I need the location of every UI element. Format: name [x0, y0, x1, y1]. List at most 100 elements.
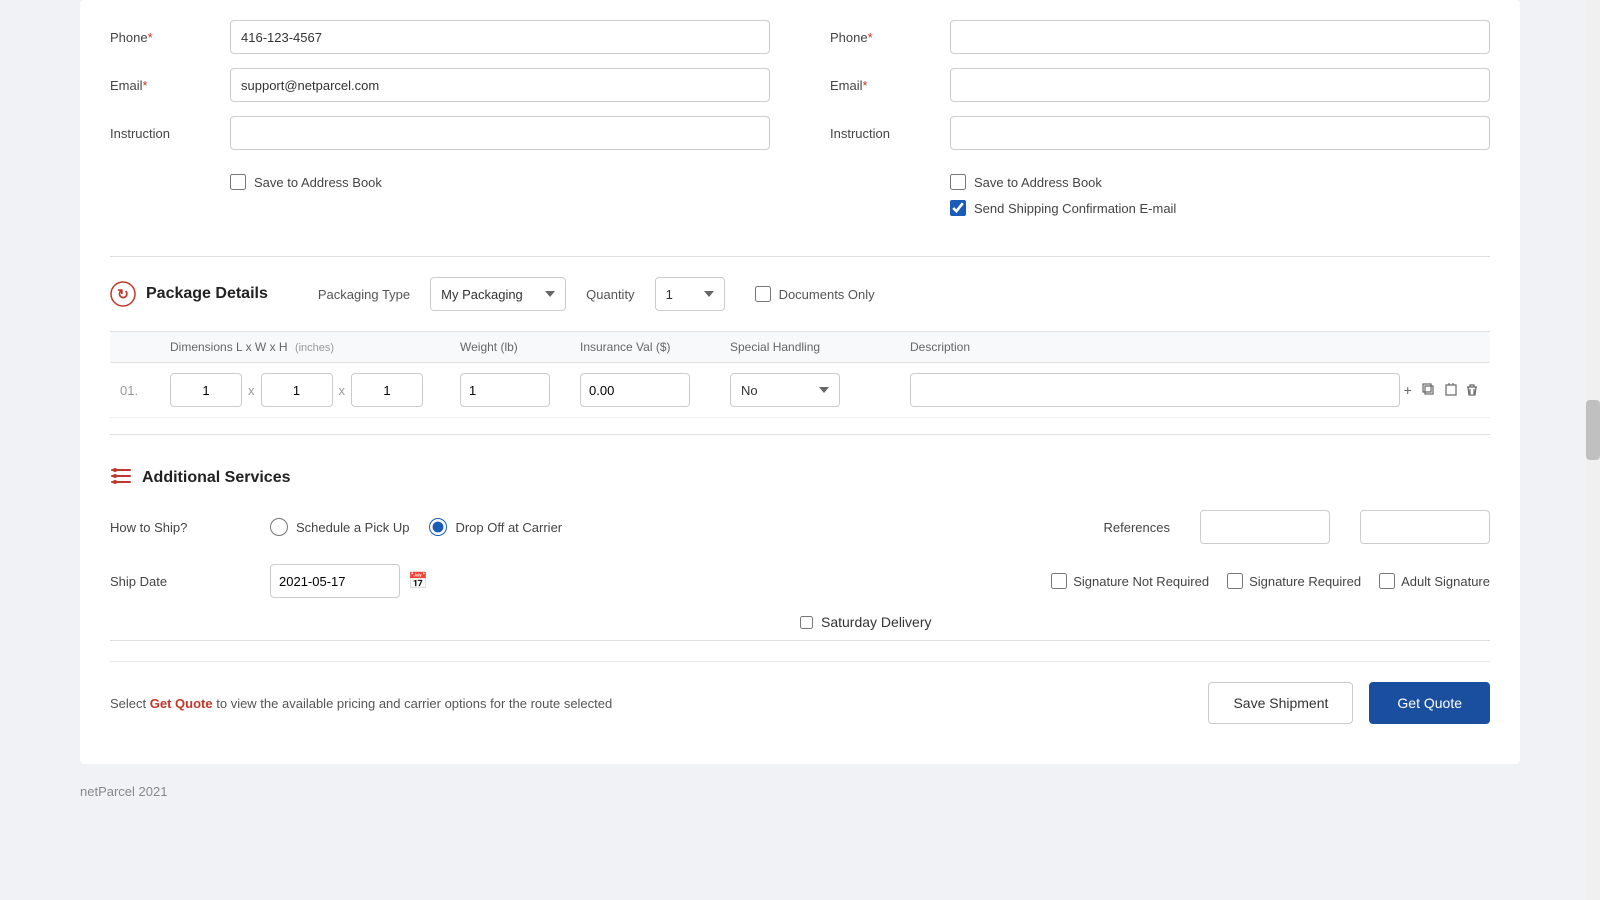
description-input[interactable] [910, 373, 1400, 407]
adult-signature-label[interactable]: Adult Signature [1401, 574, 1490, 589]
ship-date-group: 📅 [270, 564, 428, 598]
col-actions [1400, 340, 1480, 354]
additional-services-title: Additional Services [142, 469, 291, 487]
drop-off-radio[interactable] [429, 518, 447, 536]
col-special-handling: Special Handling [730, 340, 910, 354]
right-checkboxes: Save to Address Book Send Shipping Confi… [830, 164, 1490, 226]
reference1-input[interactable] [1200, 510, 1330, 544]
left-email-label: Email* [110, 78, 230, 93]
right-instruction-input[interactable] [950, 116, 1490, 150]
length-input[interactable] [170, 373, 242, 407]
col-weight: Weight (lb) [460, 340, 580, 354]
footer: netParcel 2021 [0, 764, 1600, 819]
right-phone-input[interactable] [950, 20, 1490, 54]
left-email-input[interactable] [230, 68, 770, 102]
how-to-ship-label: How to Ship? [110, 520, 270, 535]
signature-group: Signature Not Required Signature Require… [1051, 573, 1490, 589]
left-instruction-row: Instruction [110, 116, 770, 150]
quantity-label: Quantity [586, 287, 634, 302]
left-instruction-input[interactable] [230, 116, 770, 150]
table-row: 01. x x No Yes [110, 363, 1490, 418]
saturday-delivery-checkbox[interactable] [800, 616, 813, 629]
signature-not-required-label[interactable]: Signature Not Required [1073, 574, 1209, 589]
references-label: References [1104, 520, 1170, 535]
references-group: References [1104, 510, 1490, 544]
svg-text:↻: ↻ [117, 286, 129, 302]
packaging-type-select[interactable]: My Packaging FedEx Box FedEx Envelope UP… [430, 277, 566, 311]
col-insurance: Insurance Val ($) [580, 340, 730, 354]
saturday-delivery-group: Saturday Delivery [800, 614, 932, 630]
package-icon: ↻ [110, 281, 136, 307]
left-phone-input[interactable] [230, 20, 770, 54]
signature-required-checkbox[interactable] [1227, 573, 1243, 589]
left-save-address-row: Save to Address Book [110, 164, 770, 200]
ship-date-input[interactable] [270, 564, 400, 598]
left-save-address-label[interactable]: Save to Address Book [254, 175, 382, 190]
quantity-select[interactable]: 1 2 3 4 5 [655, 277, 725, 311]
save-shipment-button[interactable]: Save Shipment [1208, 682, 1353, 724]
divider-1 [110, 256, 1490, 257]
divider-3 [110, 640, 1490, 641]
saturday-delivery-label[interactable]: Saturday Delivery [821, 614, 932, 630]
reference2-input[interactable] [1360, 510, 1490, 544]
drop-off-label[interactable]: Drop Off at Carrier [455, 520, 562, 535]
right-email-input[interactable] [950, 68, 1490, 102]
left-phone-label: Phone* [110, 30, 230, 45]
send-confirmation-checkbox[interactable] [950, 200, 966, 216]
ship-date-label: Ship Date [110, 574, 270, 589]
right-save-address-label[interactable]: Save to Address Book [974, 175, 1102, 190]
special-handling-select[interactable]: No Yes [730, 373, 840, 407]
bottom-info-text: Select Get Quote to view the available p… [110, 696, 612, 711]
insurance-cell [580, 373, 730, 407]
width-input[interactable] [261, 373, 333, 407]
bottom-bar: Select Get Quote to view the available p… [110, 661, 1490, 724]
footer-brand: netParcel [80, 784, 135, 799]
schedule-pickup-label[interactable]: Schedule a Pick Up [296, 520, 409, 535]
delete-row-button[interactable] [1465, 377, 1481, 403]
divider-2 [110, 434, 1490, 435]
schedule-pickup-radio[interactable] [270, 518, 288, 536]
x-sep-1: x [248, 383, 255, 398]
paste-row-button[interactable] [1443, 377, 1459, 403]
special-handling-cell: No Yes [730, 373, 910, 407]
additional-icon [110, 465, 132, 490]
documents-only-label[interactable]: Documents Only [779, 287, 875, 302]
right-instruction-label: Instruction [830, 126, 950, 141]
col-dimensions: Dimensions L x W x H (inches) [170, 340, 460, 354]
left-save-address-checkbox[interactable] [230, 174, 246, 190]
adult-signature-checkbox[interactable] [1379, 573, 1395, 589]
row-actions: + [1400, 377, 1480, 403]
signature-required-label[interactable]: Signature Required [1249, 574, 1361, 589]
send-confirmation-label[interactable]: Send Shipping Confirmation E-mail [974, 201, 1176, 216]
right-email-label: Email* [830, 78, 950, 93]
weight-input[interactable] [460, 373, 550, 407]
signature-not-required-checkbox[interactable] [1051, 573, 1067, 589]
get-quote-info-link[interactable]: Get Quote [150, 696, 213, 711]
additional-services-header: Additional Services [110, 465, 1490, 490]
x-sep-2: x [339, 383, 346, 398]
calendar-icon[interactable]: 📅 [408, 571, 428, 591]
copy-row-button[interactable] [1422, 377, 1438, 403]
packaging-type-label: Packaging Type [318, 287, 410, 302]
table-header: Dimensions L x W x H (inches) Weight (lb… [110, 331, 1490, 363]
insurance-input[interactable] [580, 373, 690, 407]
package-details-title: Package Details [146, 285, 268, 303]
right-instruction-row: Instruction [830, 116, 1490, 150]
how-to-ship-group: Schedule a Pick Up Drop Off at Carrier [270, 518, 562, 536]
get-quote-button[interactable]: Get Quote [1369, 682, 1490, 724]
col-num [120, 340, 170, 354]
footer-year: 2021 [139, 784, 168, 799]
height-input[interactable] [351, 373, 423, 407]
row-number: 01. [120, 383, 170, 398]
left-instruction-label: Instruction [110, 126, 230, 141]
right-save-address-checkbox[interactable] [950, 174, 966, 190]
right-email-row: Email* [830, 68, 1490, 102]
scrollbar-thumb[interactable] [1586, 400, 1600, 460]
documents-only-checkbox[interactable] [755, 286, 771, 302]
additional-services-section: Additional Services How to Ship? Schedul… [110, 465, 1490, 630]
scrollbar-track[interactable] [1586, 0, 1600, 900]
weight-cell [460, 373, 580, 407]
description-cell [910, 373, 1400, 407]
add-row-button[interactable]: + [1400, 377, 1416, 403]
package-table: Dimensions L x W x H (inches) Weight (lb… [110, 331, 1490, 418]
